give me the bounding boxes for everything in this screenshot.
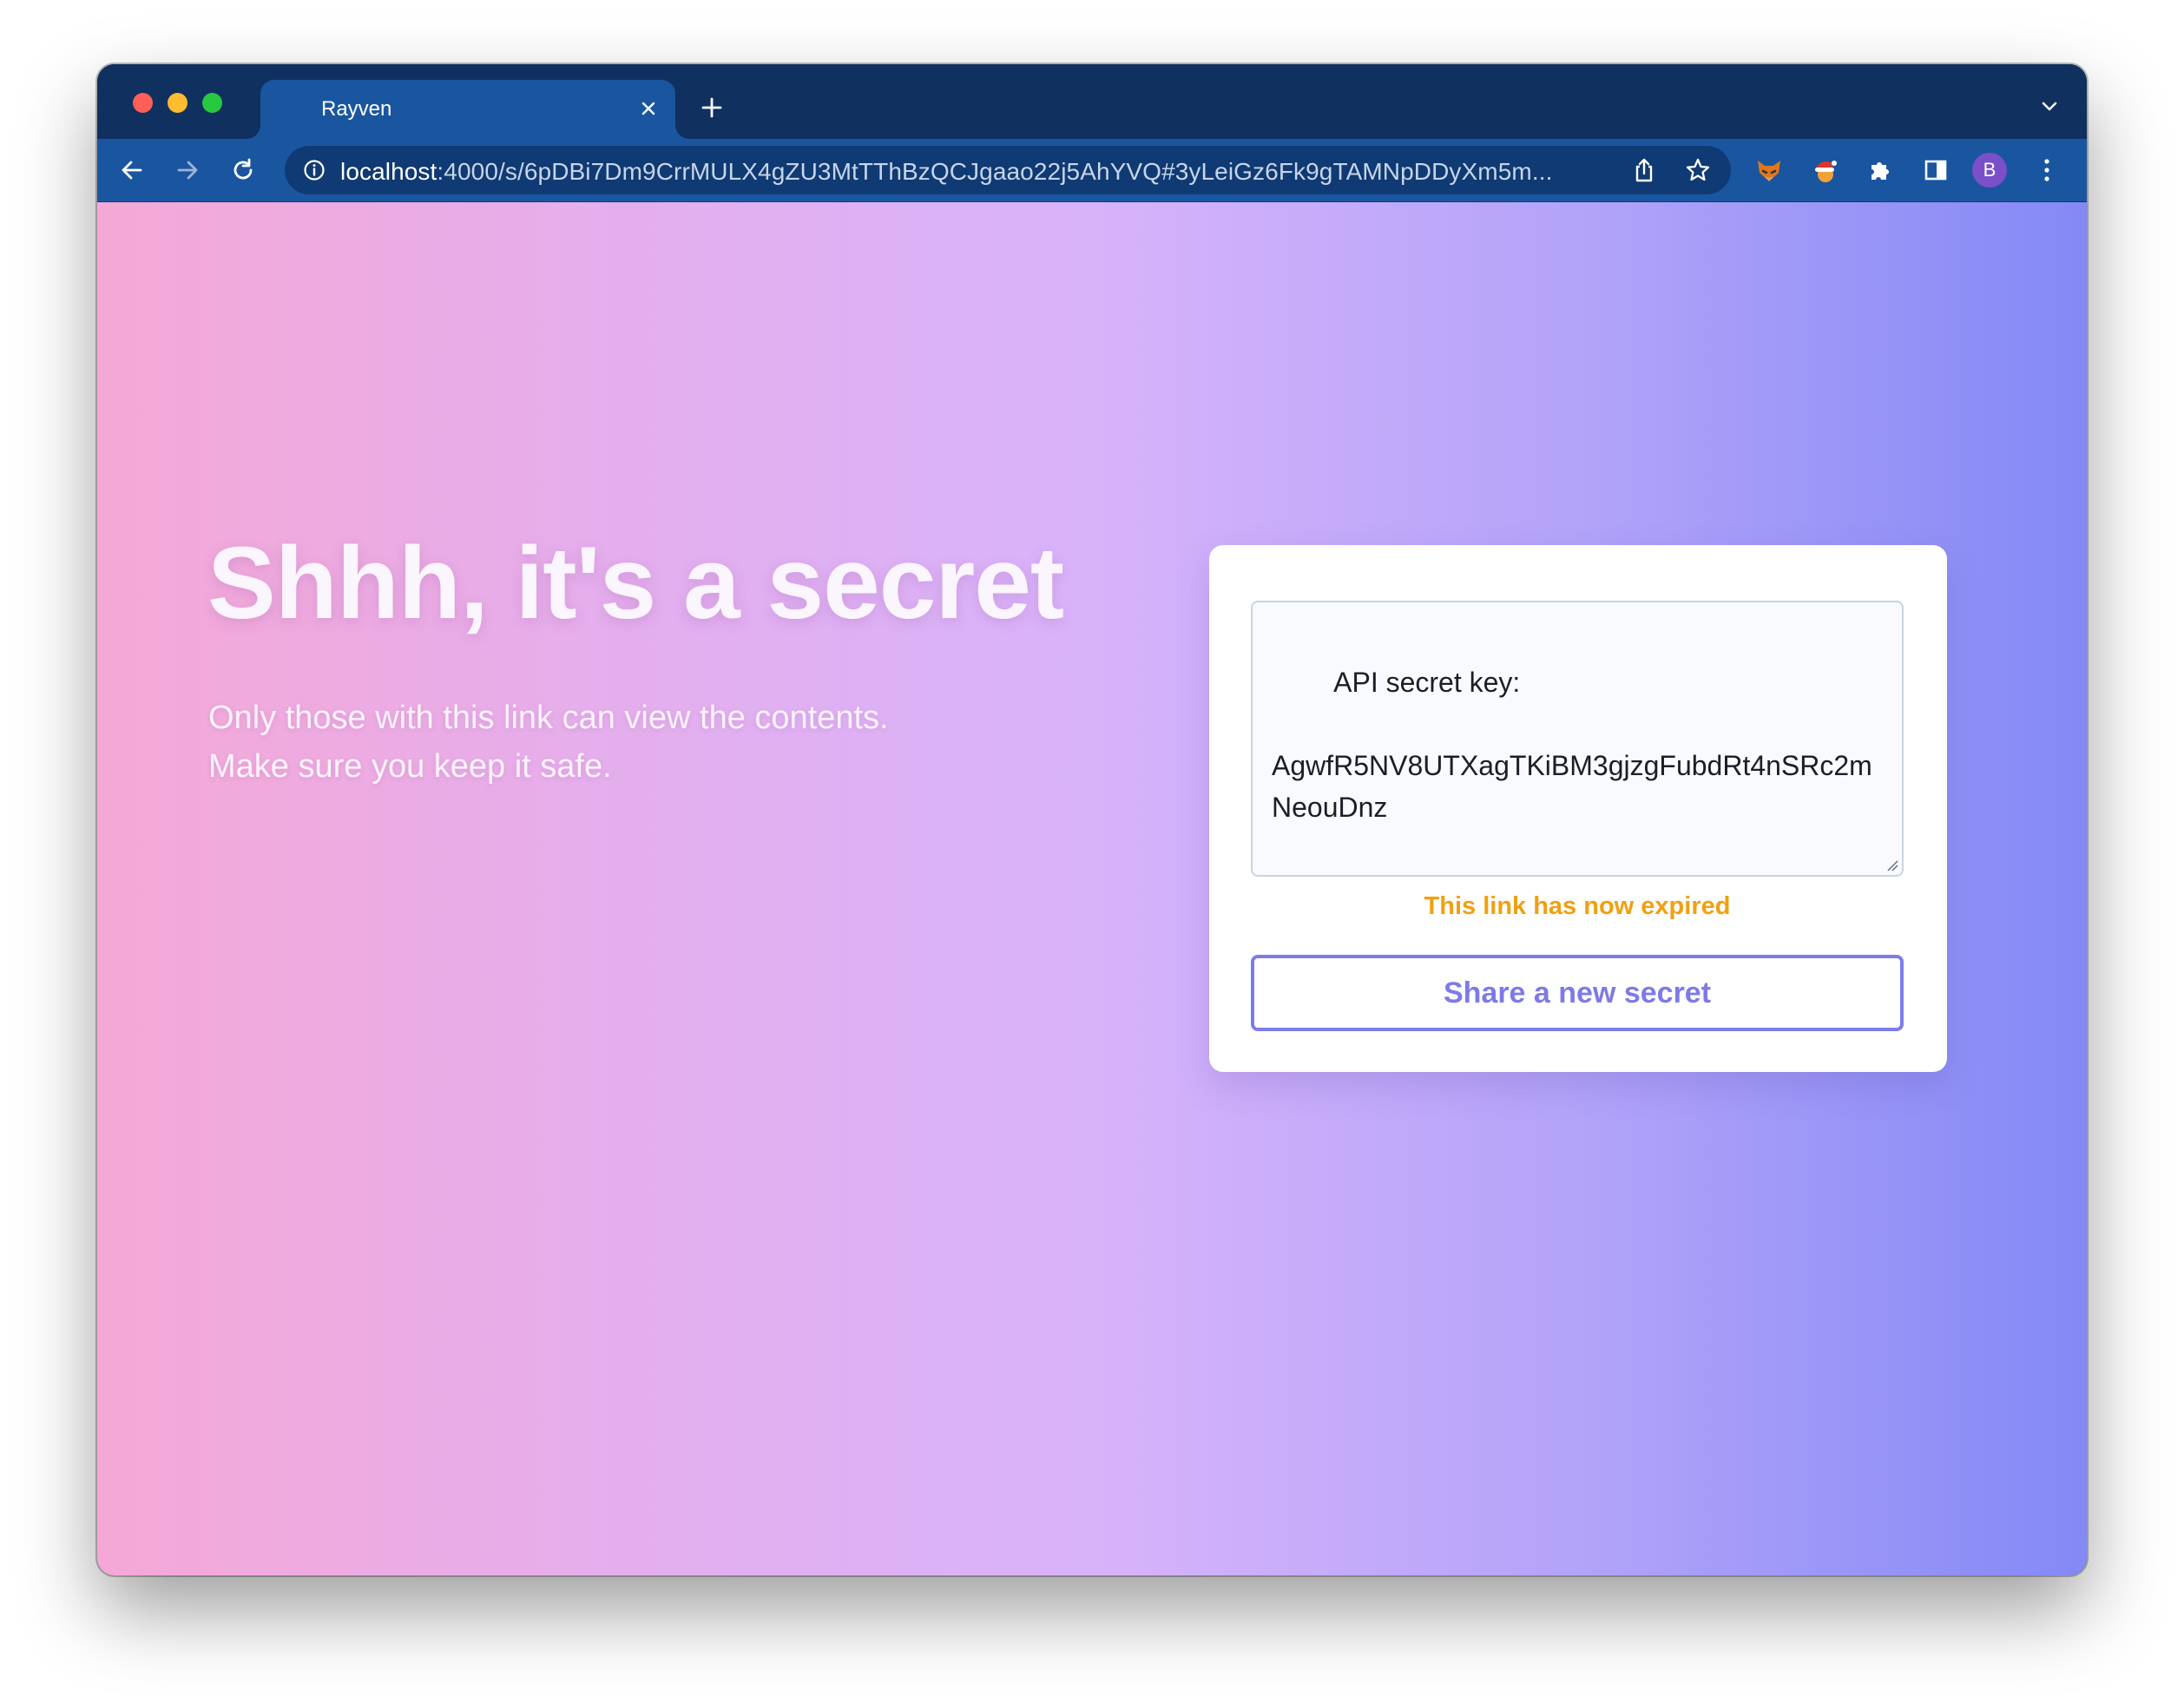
- title-bar: Rayven: [97, 64, 2087, 139]
- resize-grip-icon[interactable]: [1885, 858, 1898, 871]
- address-bar[interactable]: localhost:4000/s/6pDBi7Dm9CrrMULX4gZU3Mt…: [285, 146, 1731, 194]
- tab-active[interactable]: Rayven: [260, 80, 675, 139]
- kebab-menu-icon[interactable]: [2029, 153, 2064, 187]
- forward-arrow-icon[interactable]: [170, 153, 205, 187]
- fox-extension-icon[interactable]: [1752, 153, 1786, 187]
- subtext-line-2: Make sure you keep it safe.: [208, 748, 612, 785]
- site-info-icon[interactable]: [302, 158, 326, 182]
- secret-text: API secret key: AgwfR5NV8UTXagTKiBM3gjzg…: [1272, 667, 1872, 823]
- reload-icon[interactable]: [226, 153, 260, 187]
- bookmark-star-icon[interactable]: [1684, 156, 1712, 184]
- santa-hat-extension-icon[interactable]: [1807, 153, 1842, 187]
- maximize-window-button[interactable]: [202, 93, 222, 113]
- subtext-line-1: Only those with this link can view the c…: [208, 700, 889, 736]
- expired-message: This link has now expired: [1424, 892, 1731, 920]
- close-window-button[interactable]: [133, 93, 153, 113]
- page-subtext: Only those with this link can view the c…: [208, 694, 1076, 791]
- browser-toolbar: localhost:4000/s/6pDBi7Dm9CrrMULX4gZU3Mt…: [97, 139, 2087, 202]
- tab-title: Rayven: [321, 97, 392, 121]
- secret-textarea[interactable]: API secret key: AgwfR5NV8UTXagTKiBM3gjzg…: [1251, 601, 1904, 877]
- share-new-secret-button[interactable]: Share a new secret: [1251, 955, 1904, 1031]
- chevron-down-icon[interactable]: [2036, 94, 2062, 120]
- puzzle-icon[interactable]: [1863, 153, 1898, 187]
- share-icon[interactable]: [1630, 156, 1658, 184]
- page-content: Shhh, it's a secret Only those with this…: [97, 202, 2087, 1575]
- new-tab-plus-icon[interactable]: [694, 90, 729, 125]
- close-icon[interactable]: [635, 95, 661, 122]
- back-arrow-icon[interactable]: [115, 153, 149, 187]
- profile-avatar[interactable]: B: [1972, 153, 2007, 187]
- browser-window: Rayven localhost:4000/s/6pDBi7Dm9CrrMULX…: [97, 64, 2087, 1575]
- secret-card: API secret key: AgwfR5NV8UTXagTKiBM3gjzg…: [1209, 545, 1947, 1072]
- url-host: localhost: [340, 158, 437, 185]
- url-text: localhost:4000/s/6pDBi7Dm9CrrMULX4gZU3Mt…: [340, 158, 1625, 186]
- url-path: :4000/s/6pDBi7Dm9CrrMULX4gZU3MtTThBzQCJg…: [437, 158, 1553, 185]
- minimize-window-button[interactable]: [168, 93, 187, 113]
- side-panel-icon[interactable]: [1918, 153, 1953, 187]
- page-headline: Shhh, it's a secret: [207, 526, 1064, 641]
